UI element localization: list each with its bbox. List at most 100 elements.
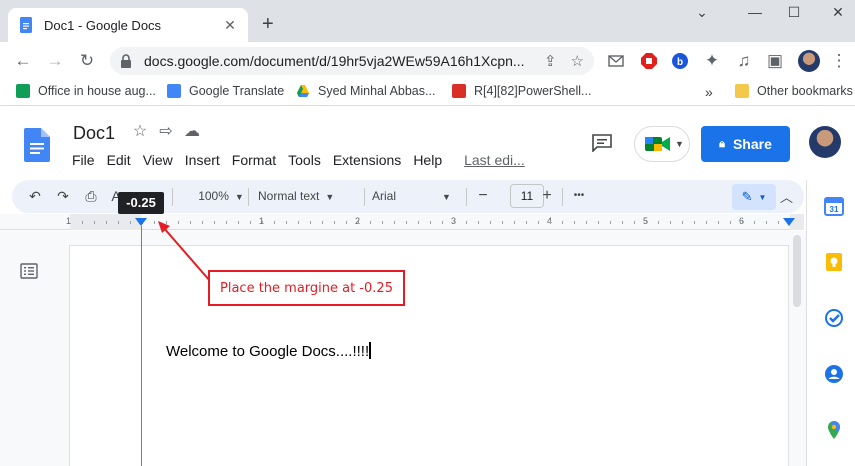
url-text[interactable]: docs.google.com/document/d/19hr5vja2WEw5… bbox=[144, 53, 530, 69]
address-bar[interactable]: docs.google.com/document/d/19hr5vja2WEw5… bbox=[110, 47, 594, 75]
star-icon[interactable]: ☆ bbox=[131, 123, 149, 141]
ruler-tick bbox=[514, 221, 515, 224]
zoom-select[interactable]: 100% ▼ bbox=[196, 187, 246, 206]
more-options-icon[interactable]: ••• bbox=[568, 187, 590, 205]
bookmark-red-icon bbox=[452, 84, 466, 98]
bookmark-star-icon[interactable]: ☆ bbox=[571, 52, 584, 70]
ruler-tick bbox=[226, 221, 227, 224]
document-body-text[interactable]: Welcome to Google Docs....!!!! bbox=[166, 342, 372, 360]
font-size-input[interactable]: 11 bbox=[510, 184, 544, 208]
maps-icon[interactable] bbox=[824, 420, 844, 440]
collapse-menus-icon[interactable]: ︿ bbox=[780, 187, 793, 206]
move-folder-icon[interactable]: ⇨ bbox=[157, 123, 175, 141]
keep-icon[interactable] bbox=[824, 252, 844, 272]
menu-tools[interactable]: Tools bbox=[288, 152, 327, 168]
ruler-tick bbox=[634, 221, 635, 224]
bookmark-label: Google Translate bbox=[189, 84, 285, 98]
ruler-tick bbox=[718, 221, 719, 224]
new-tab-button[interactable]: + bbox=[262, 14, 274, 34]
calendar-icon[interactable]: 31 bbox=[824, 196, 844, 216]
left-indent-marker[interactable] bbox=[135, 218, 147, 226]
ruler-tick bbox=[490, 221, 491, 224]
font-select[interactable]: Arial ▼ bbox=[372, 187, 472, 206]
menu-view[interactable]: View bbox=[143, 152, 179, 168]
mail-extension-icon[interactable] bbox=[607, 52, 625, 70]
ruler-tick bbox=[382, 221, 383, 224]
menu-edit[interactable]: Edit bbox=[107, 152, 137, 168]
print-icon[interactable]: ⎙ bbox=[82, 187, 100, 205]
reload-icon[interactable]: ↻ bbox=[78, 52, 96, 70]
ruler-tick bbox=[706, 221, 707, 224]
meet-button[interactable]: ▼ bbox=[634, 126, 690, 162]
browser-tab[interactable]: Doc1 - Google Docs ✕ bbox=[8, 8, 248, 42]
translate-icon bbox=[167, 84, 181, 98]
adblock-extension-icon[interactable] bbox=[640, 52, 658, 70]
menu-extensions[interactable]: Extensions bbox=[333, 152, 407, 168]
chrome-menu-icon[interactable]: ⋮ bbox=[830, 52, 848, 70]
media-control-icon[interactable]: ♫ bbox=[735, 52, 753, 70]
ruler-tick bbox=[190, 221, 191, 224]
tab-close-icon[interactable]: ✕ bbox=[222, 17, 238, 34]
menu-help[interactable]: Help bbox=[413, 152, 448, 168]
horizontal-ruler[interactable]: 1 1 2 3 4 5 6 bbox=[0, 214, 804, 230]
back-arrow-icon[interactable]: ← bbox=[14, 52, 32, 70]
ruler-tick bbox=[598, 221, 599, 224]
menu-insert[interactable]: Insert bbox=[185, 152, 226, 168]
tab-search-icon[interactable]: ⌄ bbox=[694, 4, 710, 20]
increase-font-size-button[interactable]: + bbox=[540, 187, 554, 205]
bookmark-item[interactable]: Google Translate bbox=[167, 84, 284, 98]
zoom-value: 100% bbox=[198, 189, 229, 203]
ruler-tick bbox=[106, 221, 107, 224]
google-docs-logo-icon[interactable] bbox=[24, 128, 50, 162]
text-cursor bbox=[369, 342, 372, 359]
ruler-tick bbox=[778, 221, 779, 224]
share-label: Share bbox=[732, 136, 772, 152]
share-button[interactable]: 🔒︎ Share bbox=[701, 126, 790, 162]
menu-format[interactable]: Format bbox=[232, 152, 282, 168]
style-value: Normal text bbox=[258, 189, 320, 203]
ruler-tick bbox=[646, 221, 647, 224]
minimize-button[interactable]: — bbox=[747, 4, 763, 20]
contacts-icon[interactable] bbox=[824, 364, 844, 384]
cloud-status-icon[interactable]: ☁ bbox=[183, 123, 201, 141]
right-indent-marker[interactable] bbox=[783, 218, 795, 226]
menu-file[interactable]: File bbox=[72, 152, 101, 168]
close-window-button[interactable]: ✕ bbox=[830, 4, 846, 20]
annotation-text: Place the margine at -0.25 bbox=[220, 280, 393, 296]
ruler-tick bbox=[238, 221, 239, 224]
ruler-tick bbox=[202, 221, 203, 224]
bookmark-item[interactable]: Office in house aug... bbox=[16, 84, 156, 98]
tasks-icon[interactable] bbox=[824, 308, 844, 328]
decrease-font-size-button[interactable]: − bbox=[476, 187, 490, 205]
bookmark-item[interactable]: R[4][82]PowerShell... bbox=[452, 84, 591, 98]
more-bookmarks-button[interactable]: » bbox=[705, 84, 713, 100]
account-avatar[interactable] bbox=[809, 126, 841, 158]
sheets-icon bbox=[16, 84, 30, 98]
share-page-icon[interactable]: ⇪ bbox=[544, 52, 557, 70]
toolbar-separator bbox=[248, 188, 249, 206]
document-outline-icon[interactable] bbox=[20, 263, 38, 279]
redo-icon[interactable]: ↷ bbox=[54, 187, 72, 205]
google-meet-icon bbox=[645, 137, 670, 151]
ruler-tick bbox=[694, 221, 695, 224]
last-edit-link[interactable]: Last edi... bbox=[464, 152, 525, 168]
vertical-scrollbar[interactable] bbox=[793, 235, 801, 307]
other-bookmarks-label: Other bookmarks bbox=[757, 84, 853, 98]
toolbar-separator bbox=[364, 188, 365, 206]
ruler-tick bbox=[766, 221, 767, 224]
editing-mode-button[interactable]: ✎ ▼ bbox=[732, 184, 776, 210]
profile-avatar[interactable] bbox=[798, 50, 820, 72]
paragraph-style-select[interactable]: Normal text ▼ bbox=[258, 187, 358, 206]
ruler-tick bbox=[742, 221, 743, 224]
extensions-puzzle-icon[interactable]: ✦ bbox=[703, 52, 721, 70]
b-extension-icon[interactable]: b bbox=[671, 52, 689, 70]
other-bookmarks[interactable]: Other bookmarks bbox=[735, 84, 853, 98]
forward-arrow-icon[interactable]: → bbox=[46, 52, 64, 70]
side-panel-icon[interactable]: ▣ bbox=[766, 52, 784, 70]
document-title[interactable]: Doc1 bbox=[73, 123, 115, 144]
comment-history-icon[interactable] bbox=[592, 134, 612, 152]
lock-icon bbox=[121, 54, 131, 68]
maximize-button[interactable]: ☐ bbox=[786, 4, 802, 20]
bookmark-item[interactable]: Syed Minhal Abbas... bbox=[296, 84, 435, 98]
undo-icon[interactable]: ↶ bbox=[26, 187, 44, 205]
